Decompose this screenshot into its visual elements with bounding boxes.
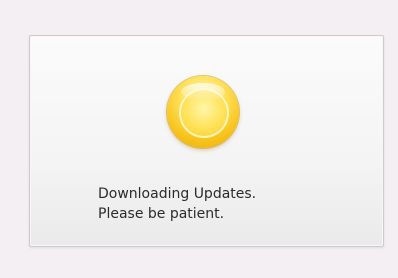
status-message-line-1: Downloading Updates. [98, 186, 257, 202]
status-message-line-2: Please be patient. [98, 206, 225, 222]
update-status-panel: Downloading Updates. Please be patient. [29, 35, 384, 247]
status-message: Downloading Updates. Please be patient. [98, 184, 256, 224]
status-light-icon [167, 76, 239, 148]
